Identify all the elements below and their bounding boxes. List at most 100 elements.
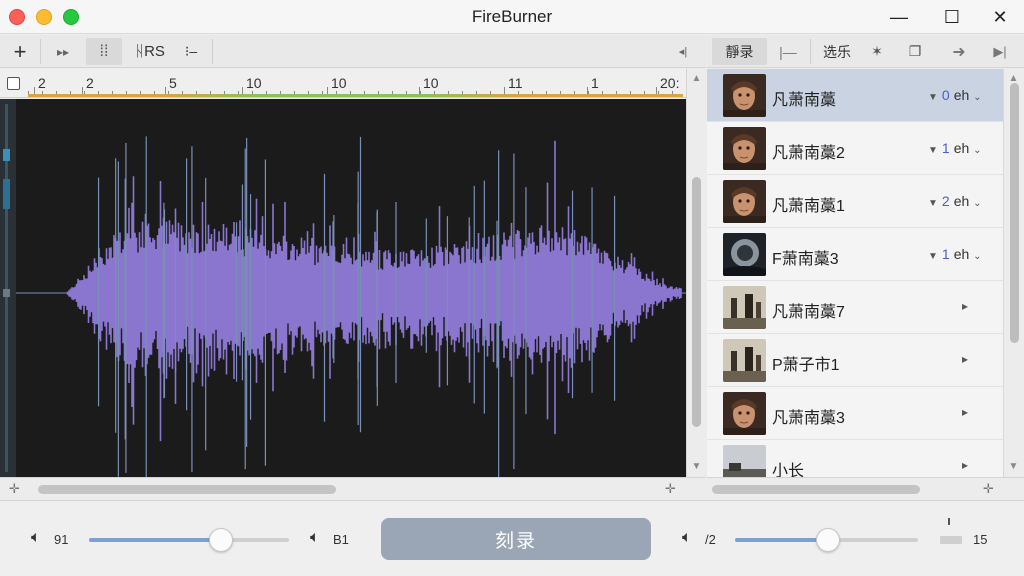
track-count-value: 0 [941, 87, 950, 103]
track-row[interactable]: P萧子市1 ▸ [707, 334, 1003, 387]
track-thumbnail [723, 286, 766, 329]
speaker-icon: 🔈︎ [682, 529, 692, 546]
track-row[interactable]: 凡萧南藁7 ▸ [707, 281, 1003, 334]
text-tool-button[interactable]: ᚺRS [130, 38, 170, 65]
channel-gutter [0, 99, 16, 477]
ruler-label: 2 [86, 75, 94, 91]
speaker-icon: 🔈︎ [31, 529, 41, 546]
track-name: P萧子市1 [772, 357, 840, 374]
play-small-icon[interactable]: ▸ [962, 299, 968, 313]
burn-button[interactable]: 刻录 [381, 518, 651, 560]
ruler-label: 5 [169, 75, 177, 91]
track-row[interactable]: 凡萧南藁3 ▸ [707, 387, 1003, 440]
split-icon[interactable]: ⁞⁞ [86, 38, 122, 65]
chevron-down-icon: ⌄ [973, 198, 982, 209]
track-count-unit: eh [953, 140, 970, 156]
play-small-icon[interactable]: ▸ [962, 405, 968, 419]
move-icon: ✛ [665, 481, 676, 496]
list-toolbar: 靜录 |— 选乐 ✶ ❐ ➜ ▶| [707, 35, 1024, 68]
title-bar: FireBurner — ☐ ✕ [0, 0, 1024, 34]
chevron-down-icon[interactable]: ▼ [1004, 461, 1023, 472]
fast-forward-icon[interactable]: ▸▸ [48, 38, 78, 65]
track-row[interactable]: 凡萧南藁2 ▼ 1 eh ⌄ [707, 122, 1003, 175]
track-name: 凡萧南藁7 [772, 304, 845, 321]
ruler-label: 10 [246, 75, 262, 91]
right-volume-slider[interactable] [735, 528, 918, 552]
track-thumbnail [723, 180, 766, 223]
track-name: F萧南藁3 [772, 251, 839, 268]
track-list-scrollbar[interactable]: ▲ ▼ [1003, 69, 1024, 477]
waveform-vertical-scrollbar[interactable]: ▲ ▼ [686, 69, 706, 477]
triangle-down-icon: ▼ [928, 92, 938, 103]
waveform [16, 136, 686, 500]
minimize-button[interactable]: — [884, 4, 914, 30]
track-thumbnail [723, 233, 766, 276]
ruler-label: 10 [331, 75, 347, 91]
track-count[interactable]: ▼ 1 eh ⌄ [928, 246, 982, 262]
left-volume-label: 91 [54, 532, 69, 547]
play-small-icon[interactable]: ▸ [962, 352, 968, 366]
collapse-icon[interactable]: ◂| [670, 38, 696, 65]
add-icon[interactable]: + [6, 38, 34, 65]
scroll-thumb[interactable] [38, 485, 336, 494]
mini-level-bar [940, 536, 962, 544]
chevron-up-icon[interactable]: ▲ [687, 73, 706, 84]
scroll-thumb[interactable] [712, 485, 920, 494]
waveform-toolbar: + ▸▸ ⁞⁞ ᚺRS ⁝– ◂| [0, 35, 706, 68]
sparkle-icon[interactable]: ✶ [863, 38, 891, 65]
track-thumbnail [723, 392, 766, 435]
scroll-thumb[interactable] [692, 177, 701, 427]
track-count[interactable]: ▼ 2 eh ⌄ [928, 193, 982, 209]
tab-select[interactable]: 选乐 [815, 38, 859, 65]
tab-record[interactable]: 靜录 [712, 38, 767, 65]
right-volume-label: /2 [705, 532, 716, 547]
track-list-horizontal-scrollbar[interactable]: ✛ [707, 477, 1024, 499]
marker-icon[interactable]: |— [773, 38, 803, 65]
track-name: 凡萧南藁3 [772, 410, 845, 427]
speaker-icon: 🔈︎ [310, 529, 320, 546]
waveform-horizontal-scrollbar[interactable]: ✛ ✛ [0, 477, 706, 499]
track-count[interactable]: ▼ 0 eh ⌄ [928, 87, 982, 103]
ruler-label: 10 [423, 75, 439, 91]
play-icon[interactable]: ▶| [985, 38, 1015, 65]
waveform-canvas[interactable] [16, 99, 686, 500]
window-title: FireBurner [471, 7, 553, 26]
track-count-unit: eh [953, 87, 970, 103]
chevron-down-icon: ⌄ [973, 145, 982, 156]
play-small-icon[interactable]: ▸ [962, 458, 968, 472]
tick-mark [948, 518, 950, 525]
track-list: 凡萧南藁 ▼ 0 eh ⌄ 凡萧南藁2 ▼ 1 eh ⌄ 凡萧南藁1 ▼ 2 eh ⌄ F萧南藁3 ▼ 1 e… [707, 69, 1003, 477]
triangle-down-icon: ▼ [928, 198, 938, 209]
ruler-label: 2 [38, 75, 46, 91]
slider-knob[interactable] [816, 528, 840, 552]
level-indicator [28, 94, 683, 97]
select-all-checkbox[interactable] [7, 77, 20, 90]
maximize-button[interactable]: ☐ [937, 4, 967, 30]
list-icon[interactable]: ⁝– [176, 38, 206, 65]
chevron-down-icon: ⌄ [973, 251, 982, 262]
ruler-label: 1 [591, 75, 599, 91]
track-row[interactable]: 小长 ▸ [707, 440, 1003, 477]
arrow-right-icon[interactable]: ➜ [945, 38, 973, 65]
track-row[interactable]: 凡萧南藁1 ▼ 2 eh ⌄ [707, 175, 1003, 228]
left-volume-slider[interactable] [89, 528, 289, 552]
track-name: 凡萧南藁1 [772, 198, 845, 215]
track-row[interactable]: F萧南藁3 ▼ 1 eh ⌄ [707, 228, 1003, 281]
track-count-value: 1 [941, 246, 950, 262]
track-count-value: 1 [941, 140, 950, 156]
ruler-label: 20: [660, 75, 680, 91]
track-row[interactable]: 凡萧南藁 ▼ 0 eh ⌄ [707, 69, 1003, 122]
chevron-down-icon[interactable]: ▼ [687, 461, 706, 472]
track-count[interactable]: ▼ 1 eh ⌄ [928, 140, 982, 156]
copy-icon[interactable]: ❐ [901, 38, 929, 65]
scroll-thumb[interactable] [1010, 83, 1019, 343]
track-thumbnail [723, 339, 766, 382]
mid-volume-label: B1 [333, 532, 349, 547]
track-name: 凡萧南藁2 [772, 145, 845, 162]
timeline-ruler[interactable]: 2 2 5 10 10 10 11 1 20: [0, 69, 686, 98]
slider-knob[interactable] [209, 528, 233, 552]
close-button[interactable]: ✕ [985, 4, 1015, 30]
end-label: 15 [973, 532, 988, 547]
track-count-value: 2 [941, 193, 950, 209]
track-name: 凡萧南藁 [772, 92, 837, 109]
